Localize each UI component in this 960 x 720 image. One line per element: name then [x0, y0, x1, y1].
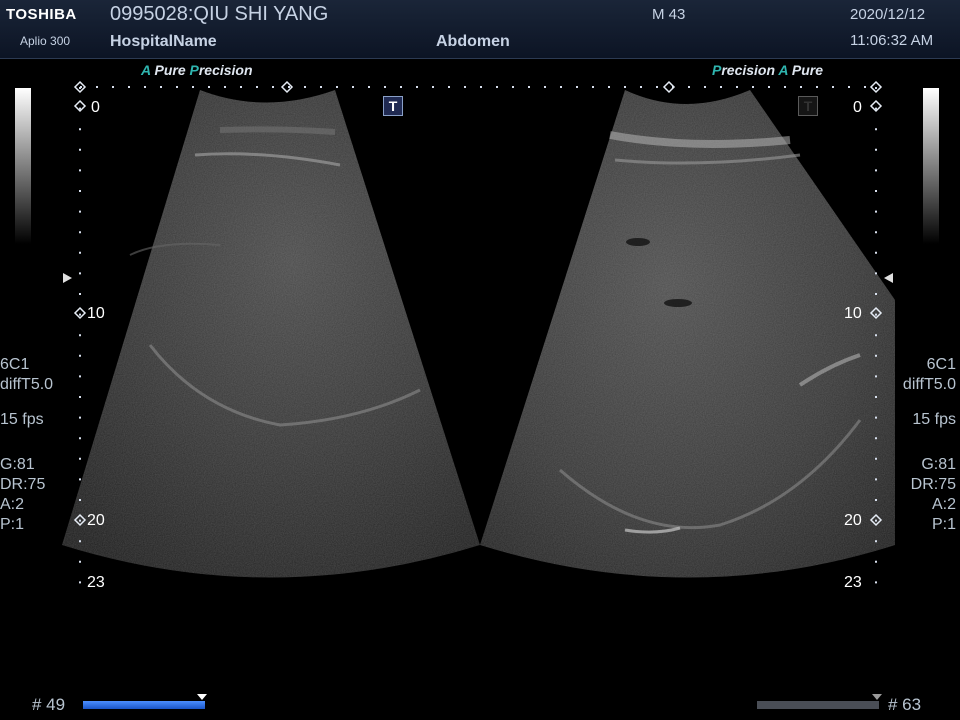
right-depth-0: 0: [853, 99, 862, 116]
left-params: 6C1 diffT5.0 15 fps G:81 DR:75 A:2 P:1: [0, 355, 53, 535]
right-cine-arrow-icon[interactable]: [872, 694, 882, 700]
left-depth-20: 20: [87, 512, 105, 529]
right-depth-20: 20: [844, 512, 862, 529]
left-depth-0: 0: [91, 99, 100, 116]
right-params: 6C1 diffT5.0 15 fps G:81 DR:75 A:2 P:1: [903, 355, 956, 535]
right-gain: G:81: [921, 456, 956, 473]
right-cine-fill: [757, 701, 879, 709]
left-grayscale-bar-icon: [15, 88, 31, 244]
left-p: P:1: [0, 516, 25, 533]
right-transducer: 6C1: [926, 356, 956, 373]
right-p: P:1: [931, 516, 956, 533]
right-depth-10: 10: [844, 305, 862, 322]
left-gain: G:81: [0, 456, 35, 473]
right-dr: DR:75: [910, 476, 956, 493]
right-depth-23: 23: [844, 574, 862, 591]
left-tag-pure-precision: A Pure Precision: [141, 62, 253, 78]
left-fps: 15 fps: [0, 411, 44, 428]
left-cine-fill: [83, 701, 205, 709]
right-focus-triangle-left-icon[interactable]: [884, 273, 893, 283]
left-cine-arrow-icon[interactable]: [197, 694, 207, 700]
left-transducer: 6C1: [0, 356, 30, 373]
right-tag-precision-pure: Precision A Pure: [712, 62, 824, 78]
left-cine-bar[interactable]: [83, 701, 205, 709]
right-cine-bar[interactable]: [757, 701, 879, 709]
left-dr: DR:75: [0, 476, 46, 493]
left-trapezoid-mode-icon[interactable]: T: [383, 96, 403, 116]
left-focus-triangle-right-icon[interactable]: [63, 273, 72, 283]
right-grayscale-bar-icon: [923, 88, 939, 244]
right-trapezoid-mode-icon[interactable]: T: [798, 96, 818, 116]
left-filter: diffT5.0: [0, 376, 54, 393]
right-frame-number: # 63: [888, 695, 922, 714]
left-depth-10: 10: [87, 305, 105, 322]
left-a: A:2: [0, 496, 25, 513]
left-frame-number: # 49: [32, 695, 66, 714]
right-a: A:2: [931, 496, 956, 513]
left-depth-23: 23: [87, 574, 105, 591]
right-filter: diffT5.0: [902, 376, 956, 393]
right-fps: 15 fps: [912, 411, 956, 428]
